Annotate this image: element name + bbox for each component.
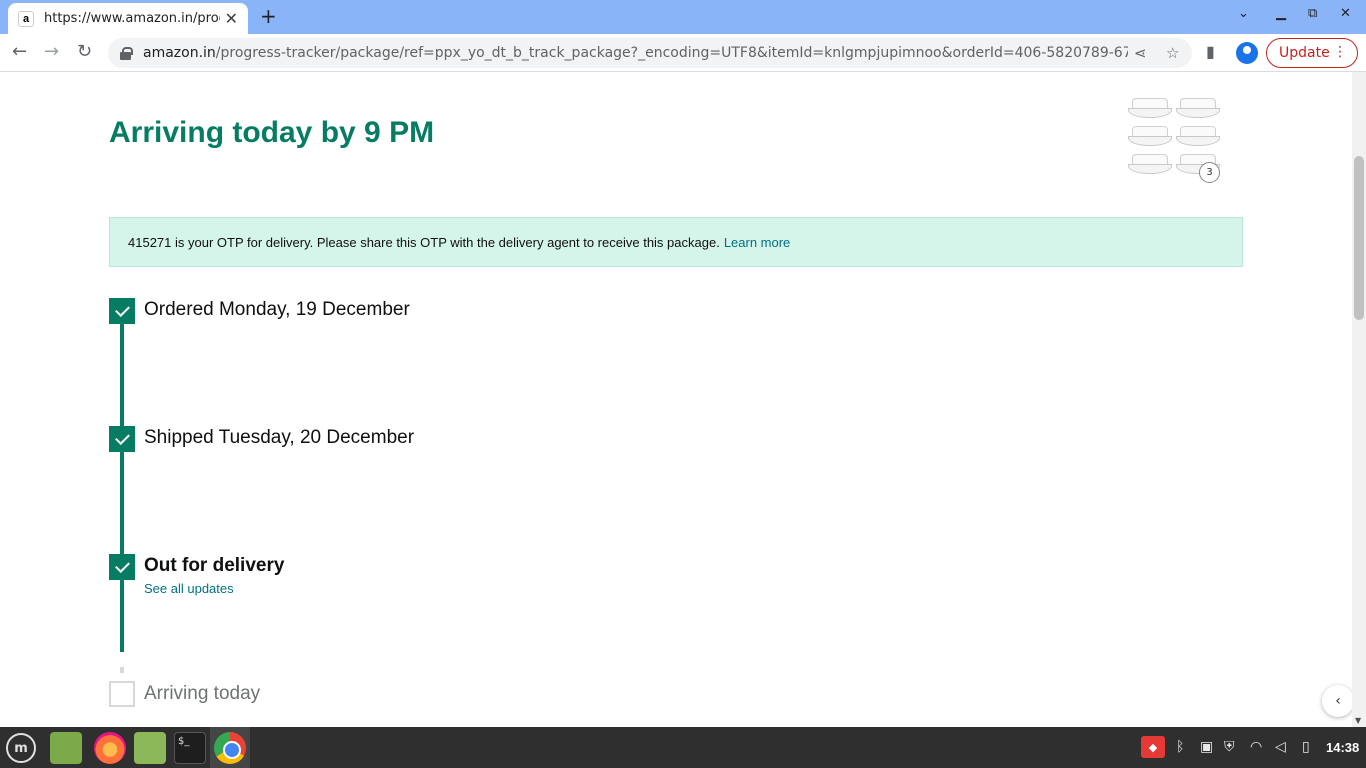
step-ordered: Ordered Monday, 19 December bbox=[144, 299, 410, 320]
side-panel-icon[interactable]: ▮ bbox=[1206, 42, 1215, 62]
timeline-pending-line bbox=[120, 667, 124, 673]
back-icon[interactable]: ← bbox=[12, 42, 27, 62]
wifi-icon[interactable]: ◠ bbox=[1250, 739, 1262, 755]
close-icon[interactable]: ✕ bbox=[1340, 6, 1351, 21]
product-image bbox=[1128, 152, 1172, 174]
step-shipped: Shipped Tuesday, 20 December bbox=[144, 427, 415, 448]
minimize-icon[interactable]: ▁ bbox=[1276, 6, 1286, 21]
item-count-badge: 3 bbox=[1199, 162, 1220, 183]
step-out-for-delivery: Out for delivery bbox=[144, 555, 285, 576]
url-host: amazon.in bbox=[143, 45, 216, 61]
update-label: Update bbox=[1279, 45, 1330, 61]
chrome-icon[interactable] bbox=[214, 732, 246, 764]
star-icon[interactable]: ☆ bbox=[1166, 44, 1179, 62]
lock-icon[interactable] bbox=[120, 46, 133, 60]
clock[interactable]: 14:38 bbox=[1326, 740, 1359, 755]
address-bar[interactable]: amazon.in/progress-tracker/package/ref=p… bbox=[108, 38, 1192, 68]
reload-icon[interactable]: ↻ bbox=[77, 42, 92, 62]
linux-mint-menu-icon[interactable]: m bbox=[6, 733, 36, 763]
step-ordered-check-icon bbox=[109, 298, 135, 324]
bluetooth-icon[interactable]: ᛒ bbox=[1176, 739, 1184, 755]
files-icon[interactable] bbox=[50, 732, 82, 764]
forward-icon[interactable]: → bbox=[44, 42, 59, 62]
os-taskbar: m $_ ◆ ᛒ ▣ ⛨ ◠ ◁ ▯ 14:38 bbox=[0, 727, 1366, 768]
firefox-icon[interactable] bbox=[94, 732, 126, 764]
product-image bbox=[1176, 124, 1220, 146]
clipboard-icon[interactable]: ▣ bbox=[1200, 739, 1213, 755]
more-icon[interactable]: ⋮ bbox=[1333, 44, 1347, 60]
page-scrollbar[interactable]: ▼ bbox=[1352, 72, 1366, 727]
learn-more-link[interactable]: Learn more bbox=[724, 235, 790, 250]
anydesk-icon[interactable]: ◆ bbox=[1141, 736, 1165, 758]
timeline-progress-line bbox=[120, 310, 124, 652]
amazon-favicon-icon: a bbox=[18, 10, 34, 27]
maximize-icon[interactable]: ⧉ bbox=[1308, 6, 1317, 21]
product-thumbnail[interactable]: 3 bbox=[1126, 94, 1226, 183]
scroll-down-arrow-icon[interactable]: ▼ bbox=[1355, 716, 1361, 725]
share-icon[interactable]: ⋖ bbox=[1134, 44, 1147, 62]
battery-icon[interactable]: ▯ bbox=[1302, 739, 1310, 755]
terminal-icon[interactable]: $_ bbox=[174, 732, 206, 764]
otp-banner: 415271 is your OTP for delivery. Please … bbox=[109, 217, 1243, 267]
see-all-updates-link[interactable]: See all updates bbox=[144, 581, 234, 596]
browser-toolbar: ← → ↻ amazon.in/progress-tracker/package… bbox=[0, 34, 1366, 72]
url-text[interactable]: amazon.in/progress-tracker/package/ref=p… bbox=[143, 45, 1128, 61]
step-arriving: Arriving today bbox=[144, 683, 261, 704]
step-shipped-check-icon bbox=[109, 426, 135, 452]
folder-icon[interactable] bbox=[134, 732, 166, 764]
update-button[interactable]: Update ⋮ bbox=[1266, 38, 1358, 68]
tab-amazon[interactable]: a https://www.amazon.in/progr ✕ bbox=[8, 3, 248, 34]
step-arriving-checkbox-icon bbox=[109, 681, 135, 707]
product-image bbox=[1128, 124, 1172, 146]
browser-tab-bar: a https://www.amazon.in/progr ✕ + ⌄ ▁ ⧉ … bbox=[0, 0, 1366, 34]
product-image bbox=[1128, 96, 1172, 118]
scrollbar-thumb[interactable] bbox=[1354, 156, 1364, 320]
otp-message: 415271 is your OTP for delivery. Please … bbox=[128, 234, 720, 250]
step-out-for-delivery-check-icon bbox=[109, 554, 135, 580]
shield-icon[interactable]: ⛨ bbox=[1224, 739, 1235, 755]
url-path: /progress-tracker/package/ref=ppx_yo_dt_… bbox=[215, 45, 1128, 61]
page-title: Arriving today by 9 PM bbox=[109, 116, 435, 149]
volume-icon[interactable]: ◁ bbox=[1275, 739, 1286, 755]
tab-list-icon[interactable]: ⌄ bbox=[1238, 6, 1249, 21]
product-image bbox=[1176, 96, 1220, 118]
new-tab-button[interactable]: + bbox=[260, 6, 277, 26]
tracking-page: Arriving today by 9 PM 3 415271 is your … bbox=[0, 72, 1352, 727]
tab-title: https://www.amazon.in/progr bbox=[44, 11, 220, 26]
profile-icon[interactable] bbox=[1236, 42, 1258, 64]
chevron-left-icon[interactable]: ‹ bbox=[1322, 685, 1352, 717]
tab-close-icon[interactable]: ✕ bbox=[225, 10, 238, 27]
